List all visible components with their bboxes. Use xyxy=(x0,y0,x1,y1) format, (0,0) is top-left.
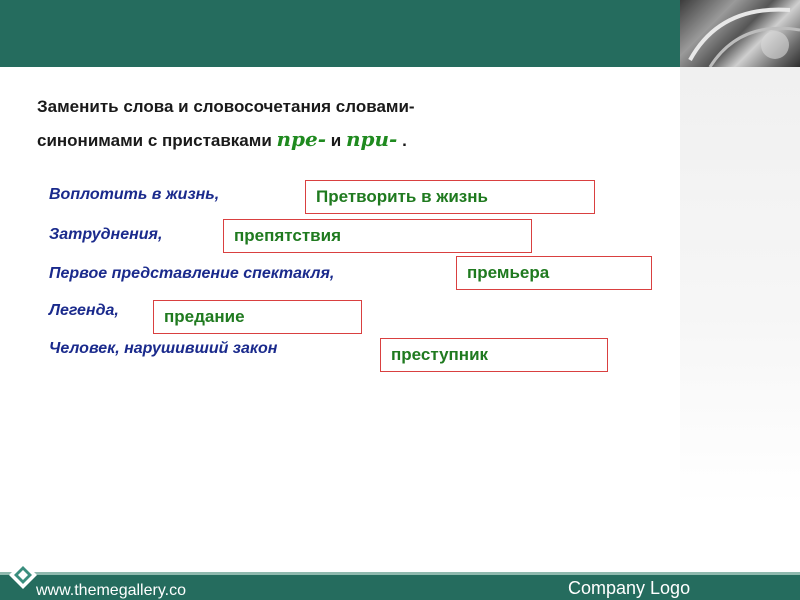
answer-box-5: преступник xyxy=(380,338,608,372)
side-gradient xyxy=(680,67,800,507)
exercise-term-5: Человек, нарушивший закон xyxy=(49,340,278,357)
exercise-term-2: Затруднения, xyxy=(49,226,163,243)
exercise-term-4: Легенда, xyxy=(49,302,119,319)
exercise-term-3: Первое представление спектакля, xyxy=(49,265,335,282)
instruction-line-2-start: синонимами с приставками xyxy=(37,131,277,150)
corner-image xyxy=(680,0,800,67)
header-bar xyxy=(0,0,680,67)
answer-box-1: Претворить в жизнь xyxy=(305,180,595,214)
instruction-line-1: Заменить слова и словосочетания словами- xyxy=(37,97,415,116)
exercise-term-1: Воплотить в жизнь, xyxy=(49,186,220,203)
answer-box-2: препятствия xyxy=(223,219,532,253)
instruction-line-2: синонимами с приставками пре- и при- . xyxy=(37,123,657,157)
instruction-end: . xyxy=(397,131,407,150)
prefix-pri: при- xyxy=(345,127,398,151)
answer-box-4: предание xyxy=(153,300,362,334)
prefix-pre: пре- xyxy=(276,127,327,151)
company-logo-text: Company Logo xyxy=(568,578,691,598)
metallic-swirl-image xyxy=(688,7,800,67)
diamond-logo-icon xyxy=(8,560,38,595)
instruction-text: Заменить слова и словосочетания словами-… xyxy=(37,90,657,157)
answer-box-3: премьера xyxy=(456,256,652,290)
footer-url[interactable]: www.themegallery.co xyxy=(36,582,186,600)
instruction-conjunction: и xyxy=(326,131,346,150)
